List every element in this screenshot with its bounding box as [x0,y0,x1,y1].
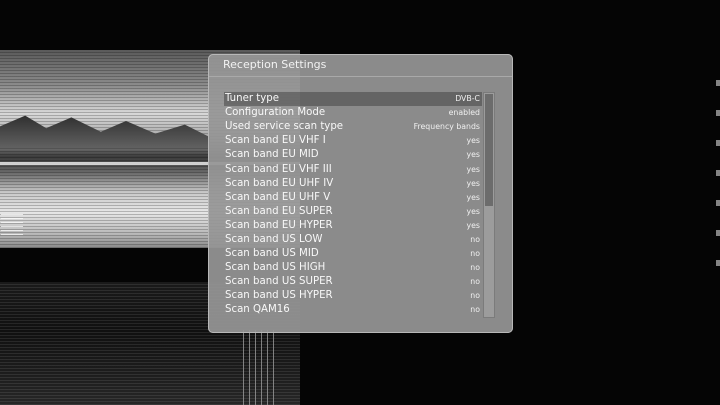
setting-row[interactable]: Configuration Mode enabled [224,106,482,120]
setting-value: no [470,249,480,259]
setting-row[interactable]: Scan QAM16 no [224,303,482,317]
dialog-title: Reception Settings [223,58,327,71]
setting-value: enabled [448,108,480,118]
setting-value: no [470,291,480,301]
setting-row[interactable]: Scan band EU VHF I yes [224,134,482,148]
setting-row[interactable]: Scan band EU UHF V yes [224,191,482,205]
setting-label: Configuration Mode [225,107,326,119]
setting-label: Scan band EU MID [225,149,319,161]
reception-settings-dialog: Reception Settings Tuner type DVB-C Config… [208,54,513,333]
background-right-strip [716,80,720,280]
setting-value: DVB-C [455,94,480,104]
setting-row[interactable]: Scan band US SUPER no [224,275,482,289]
setting-value: yes [466,136,480,146]
setting-label: Scan band EU VHF I [225,135,326,147]
setting-value: yes [466,192,480,202]
setting-value: yes [466,206,480,216]
setting-value: no [470,234,480,244]
background-hills [0,115,210,148]
setting-row[interactable]: Scan band EU UHF IV yes [224,177,482,191]
list-scrollbar[interactable] [483,92,495,318]
setting-value: yes [466,220,480,230]
setting-row[interactable]: Scan band EU MID yes [224,148,482,162]
setting-row[interactable]: Scan band EU HYPER yes [224,219,482,233]
setting-value: yes [466,178,480,188]
setting-label: Scan band US HIGH [225,262,326,274]
setting-value: yes [466,164,480,174]
setting-label: Scan band EU VHF III [225,163,332,175]
setting-value: yes [466,150,480,160]
setting-row[interactable]: Scan band EU VHF III yes [224,162,482,176]
setting-label: Scan band US MID [225,248,319,260]
setting-row[interactable]: Scan band US MID no [224,247,482,261]
setting-label: Scan band EU UHF IV [225,177,334,189]
setting-row[interactable]: Scan band US HYPER no [224,289,482,303]
setting-label: Scan band EU HYPER [225,219,333,231]
setting-label: Scan band US LOW [225,233,323,245]
setting-label: Scan band EU UHF V [225,191,331,203]
background-reeds [238,330,278,405]
tv-screen: Reception Settings Tuner type DVB-C Config… [0,0,720,405]
setting-value: no [470,263,480,273]
setting-row[interactable]: Used service scan type Frequency bands [224,120,482,134]
setting-label: Used service scan type [225,121,344,133]
setting-row[interactable]: Tuner type DVB-C [224,92,482,107]
setting-row[interactable]: Scan band US HIGH no [224,261,482,275]
setting-value: Frequency bands [413,122,480,132]
title-divider [209,76,512,77]
setting-label: Scan band US HYPER [225,290,333,302]
setting-row[interactable]: Scan band US LOW no [224,233,482,247]
setting-label: Scan QAM16 [225,304,290,316]
setting-label: Scan band EU SUPER [225,205,333,217]
setting-row[interactable]: Scan band EU SUPER yes [224,205,482,219]
scrollbar-thumb[interactable] [485,94,493,206]
setting-value: no [470,305,480,315]
background-marks [1,214,23,236]
settings-list: Tuner type DVB-C Configuration Mode enabled… [224,92,482,318]
setting-label: Scan band US SUPER [225,276,333,288]
setting-value: no [470,277,480,287]
setting-label: Tuner type [225,93,280,105]
